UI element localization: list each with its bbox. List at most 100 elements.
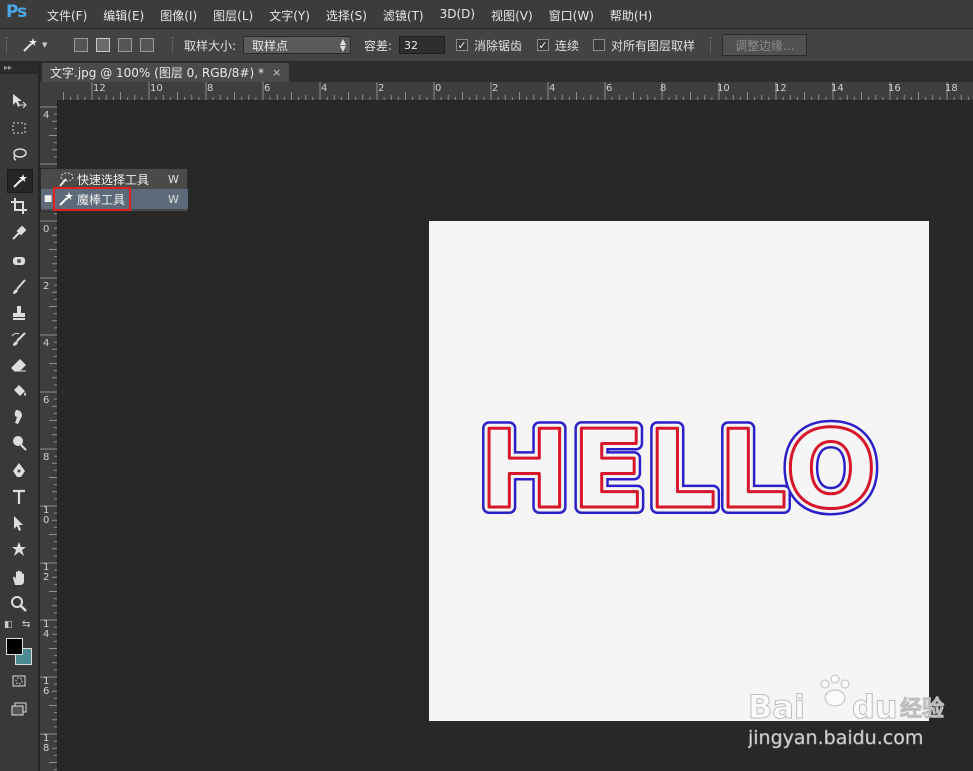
swap-colors-icon[interactable]: ⇆ [22,619,30,630]
watermark-url: jingyan.baidu.com [748,727,923,749]
watermark-brand2: du [852,688,898,726]
eraser-tool[interactable] [7,354,31,376]
options-grip[interactable] [6,37,9,53]
move-arrow-icon [13,94,27,109]
ruler-label: 4 [43,110,50,121]
sample-all-layers-checkbox[interactable]: 对所有图层取样 [593,29,695,61]
paint-bucket-icon [14,385,26,396]
app-logo: Ps [6,2,27,22]
contiguous-checkbox[interactable]: ✓ 连续 [537,29,579,61]
menu-edit[interactable]: 编辑(E) [103,7,144,24]
clone-stamp-tool[interactable] [7,302,31,324]
paint-bucket-tool[interactable] [7,380,31,402]
lasso-icon [13,148,27,161]
screen-mode-icon [11,702,27,716]
ruler-label: 18 [43,733,50,754]
magnifier-icon [11,596,27,612]
close-icon[interactable]: × [272,66,281,79]
magic-wand-tool[interactable] [7,169,33,193]
quick-selection-tool-item[interactable]: 快速选择工具 W [41,169,188,189]
eyedropper-tool[interactable] [7,222,31,244]
horizontal-ruler[interactable]: 12 10 8 6 4 2 0 2 4 6 8 10 12 14 16 18 [58,82,973,101]
eyedropper-icon [12,225,27,240]
healing-brush-tool[interactable] [7,250,31,272]
menu-3d[interactable]: 3D(D) [440,7,475,24]
tool-preset-picker[interactable]: ▼ [20,29,47,61]
brush-icon [13,279,26,294]
updown-arrows-icon: ▲ ▼ [339,37,346,53]
hello-artwork: HELLO HELLO HELLO [472,401,884,540]
move-tool[interactable] [7,90,31,112]
tolerance-input[interactable]: 32 [399,36,445,54]
sample-all-layers-label: 对所有图层取样 [611,38,696,53]
intersect-selection-button[interactable] [140,38,154,52]
refine-edge-label: 调整边缘... [735,38,795,53]
ruler-label: 4 [43,338,50,349]
ruler-label: 4 [549,83,556,94]
subtract-from-selection-button[interactable] [118,38,132,52]
watermark-brand: Bai [748,688,805,726]
flyout-shortcut: W [168,172,179,186]
crop-icon [11,198,27,214]
antialias-checkbox[interactable]: ✓ 消除锯齿 [456,29,522,61]
ruler-label: 14 [831,83,844,94]
menu-items: 文件(F) 编辑(E) 图像(I) 图层(L) 文字(Y) 选择(S) 滤镜(T… [47,7,668,24]
type-t-icon [13,489,25,504]
menu-filter[interactable]: 滤镜(T) [383,7,424,24]
checkmark-icon: ✓ [537,38,549,52]
pen-tool[interactable] [7,460,31,482]
refine-edge-button[interactable]: 调整边缘... [722,34,808,56]
zoom-tool[interactable] [7,593,31,615]
collapse-panel-icon[interactable]: ▸▸ [0,62,38,74]
shape-star-icon [12,542,26,556]
menu-help[interactable]: 帮助(H) [610,7,652,24]
path-selection-tool[interactable] [7,512,31,534]
hand-tool[interactable] [7,567,31,589]
menu-window[interactable]: 窗口(W) [549,7,594,24]
default-colors-icon[interactable]: ◧ [4,620,13,630]
new-selection-button[interactable] [74,38,88,52]
menu-file[interactable]: 文件(F) [47,7,87,24]
marquee-tool[interactable] [7,117,31,139]
foreground-color-swatch[interactable] [6,638,23,655]
document-tab-bar: 文字.jpg @ 100% (图层 0, RGB/8#) * × [40,62,973,82]
ruler-label: 12 [93,83,106,94]
ruler-label: 8 [43,452,50,463]
ruler-label: 6 [264,83,271,94]
blur-tool[interactable] [7,406,31,428]
history-brush-tool[interactable] [7,328,31,350]
brush-tool[interactable] [7,276,31,298]
dodge-tool[interactable] [7,432,31,454]
menu-layer[interactable]: 图层(L) [213,7,253,24]
menu-select[interactable]: 选择(S) [326,7,367,24]
menu-type[interactable]: 文字(Y) [269,7,310,24]
type-tool[interactable] [7,486,31,508]
custom-shape-tool[interactable] [7,538,31,560]
flyout-shortcut: W [168,192,179,206]
crop-tool[interactable] [7,195,31,217]
baidu-jingyan-watermark: Bai du 经验 jingyan.baidu.com [747,668,968,758]
ruler-label: 8 [660,83,667,94]
ruler-label: 6 [606,83,613,94]
menu-view[interactable]: 视图(V) [491,7,533,24]
image-canvas[interactable]: HELLO HELLO HELLO [429,221,929,721]
sample-size-label: 取样大小: [184,38,237,53]
ruler-label: 16 [888,83,901,94]
add-to-selection-button[interactable] [96,38,110,52]
lasso-tool[interactable] [7,143,31,165]
ruler-origin[interactable] [40,82,59,101]
dodge-icon [13,436,27,451]
options-divider [710,37,713,53]
screen-mode-button[interactable] [7,698,31,720]
document-tab[interactable]: 文字.jpg @ 100% (图层 0, RGB/8#) * × [42,63,290,82]
options-bar: ▼ 取样大小: 取样点 ▲ ▼ 容差: 32 ✓ 消除锯齿 ✓ 连续 对所有图层取… [0,29,973,62]
document-tab-title: 文字.jpg @ 100% (图层 0, RGB/8#) * [50,66,264,80]
menu-image[interactable]: 图像(I) [160,7,197,24]
hand-icon [13,570,24,585]
ruler-label: 10 [150,83,163,94]
quick-mask-button[interactable] [7,670,31,692]
sample-size-select[interactable]: 取样点 ▲ ▼ [243,36,351,54]
ruler-label: 2 [43,281,50,292]
bandage-icon [13,257,25,265]
magic-wand-icon [23,38,37,52]
